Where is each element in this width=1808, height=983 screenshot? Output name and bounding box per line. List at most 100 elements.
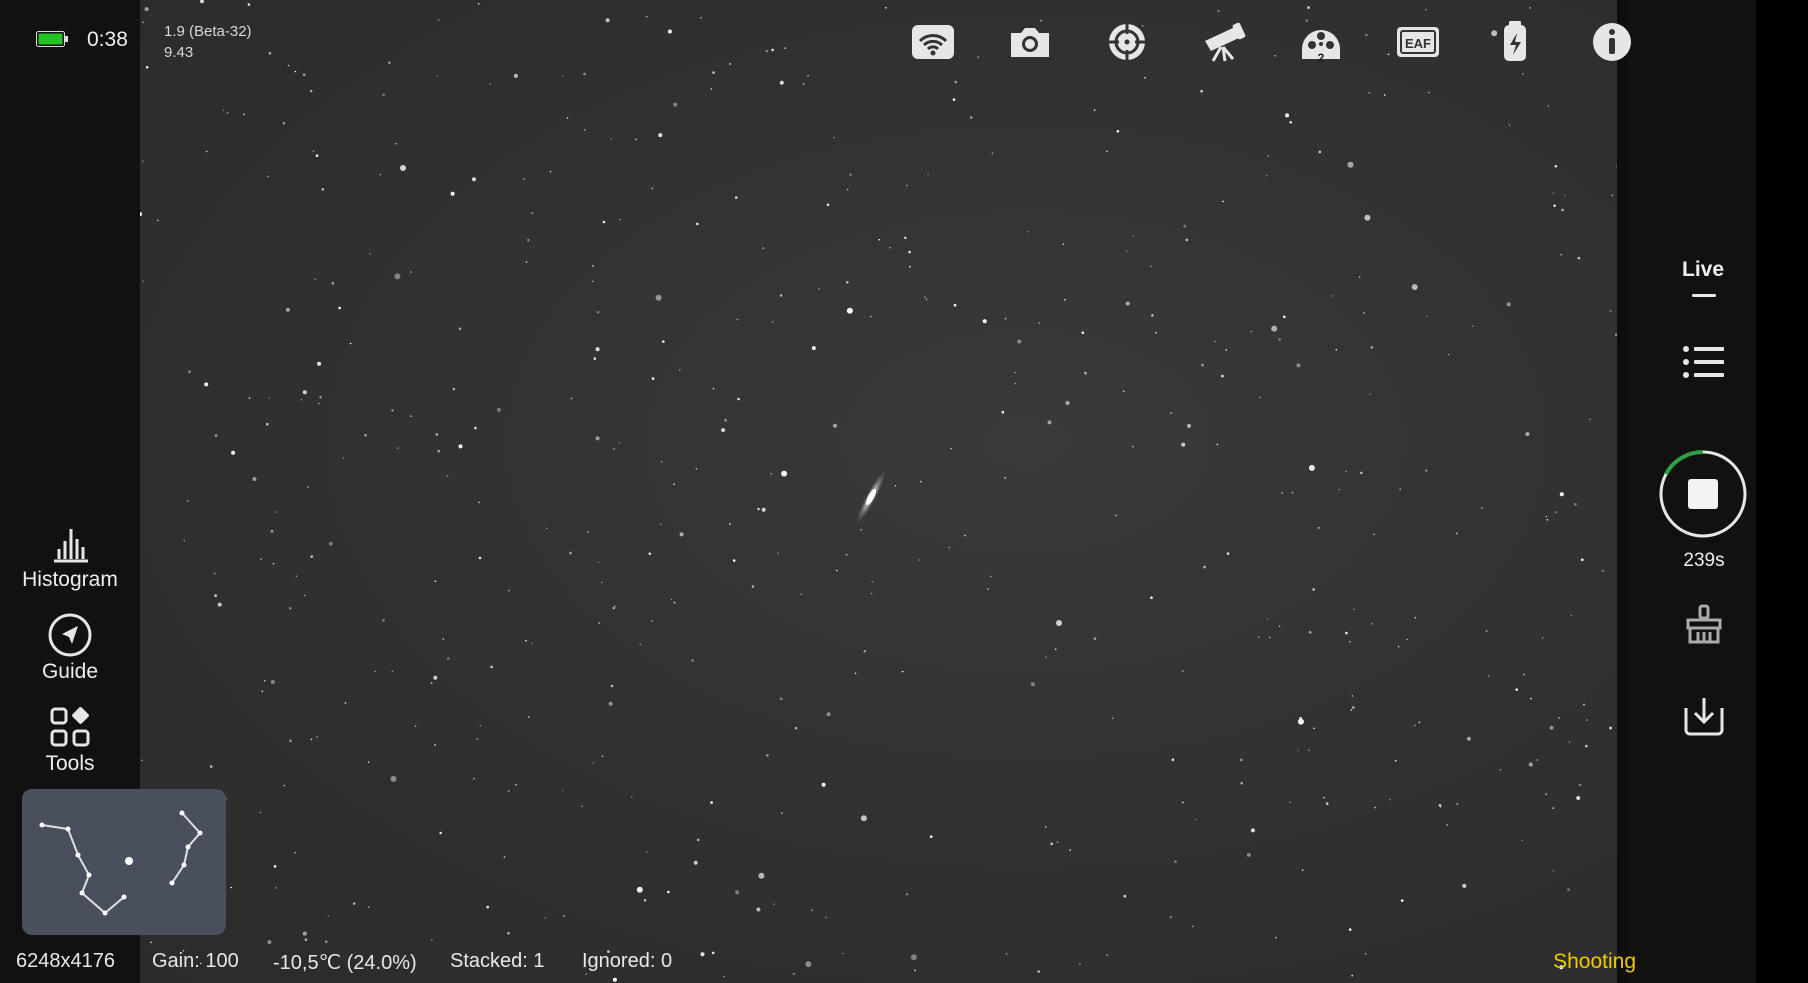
star bbox=[446, 657, 450, 660]
star bbox=[1182, 670, 1184, 672]
star bbox=[735, 890, 740, 895]
star bbox=[307, 486, 309, 488]
star bbox=[964, 534, 966, 537]
star bbox=[435, 433, 439, 436]
star bbox=[602, 220, 606, 224]
star bbox=[1050, 842, 1053, 846]
star bbox=[527, 238, 530, 242]
star bbox=[1466, 736, 1471, 741]
star bbox=[596, 311, 600, 314]
star-map-thumbnail[interactable] bbox=[22, 789, 226, 935]
histogram-button[interactable]: Histogram bbox=[0, 522, 140, 592]
star bbox=[186, 500, 189, 502]
star bbox=[1564, 194, 1566, 197]
star bbox=[525, 261, 528, 263]
star bbox=[595, 347, 600, 352]
star bbox=[1541, 637, 1544, 639]
star bbox=[1132, 235, 1135, 237]
wifi-icon[interactable] bbox=[907, 18, 959, 66]
star bbox=[1523, 673, 1525, 676]
star bbox=[1132, 445, 1134, 448]
star bbox=[811, 346, 816, 351]
star bbox=[1221, 374, 1224, 378]
star bbox=[478, 501, 480, 504]
star bbox=[486, 905, 490, 909]
star bbox=[391, 409, 394, 412]
star bbox=[217, 602, 222, 607]
star bbox=[474, 426, 477, 430]
star bbox=[1425, 8, 1427, 11]
star bbox=[1093, 109, 1096, 111]
version-line: 1.9 (Beta-32) bbox=[164, 23, 252, 40]
star bbox=[914, 969, 916, 972]
clean-brush-icon[interactable] bbox=[1676, 596, 1732, 652]
tools-button[interactable]: Tools bbox=[0, 706, 140, 776]
star bbox=[673, 102, 678, 107]
star bbox=[1122, 390, 1125, 393]
star bbox=[338, 306, 341, 310]
star bbox=[1515, 688, 1518, 691]
star bbox=[434, 580, 437, 583]
star bbox=[213, 572, 216, 575]
star bbox=[1609, 726, 1612, 730]
star bbox=[352, 902, 356, 905]
star bbox=[1508, 124, 1511, 126]
star bbox=[811, 909, 813, 912]
star bbox=[1528, 762, 1533, 767]
star bbox=[1371, 623, 1374, 625]
star bbox=[736, 318, 739, 321]
star bbox=[294, 70, 297, 73]
star bbox=[1056, 620, 1062, 626]
telescope-icon[interactable] bbox=[1198, 18, 1250, 66]
download-icon[interactable] bbox=[1676, 688, 1732, 744]
star bbox=[1030, 682, 1035, 687]
star bbox=[673, 483, 675, 486]
star bbox=[894, 484, 897, 487]
eaf-icon[interactable]: EAF bbox=[1392, 18, 1444, 66]
star bbox=[761, 507, 766, 512]
star bbox=[1499, 769, 1502, 771]
star bbox=[608, 701, 613, 706]
star bbox=[247, 3, 251, 6]
star bbox=[1561, 208, 1564, 212]
star bbox=[1297, 718, 1304, 725]
crosshair-icon[interactable] bbox=[1101, 18, 1153, 66]
star bbox=[1558, 717, 1560, 719]
star bbox=[1568, 741, 1571, 743]
star bbox=[1038, 322, 1041, 324]
star bbox=[833, 423, 837, 428]
star bbox=[631, 796, 633, 799]
star bbox=[1411, 284, 1418, 290]
star bbox=[1616, 165, 1617, 168]
star bbox=[302, 73, 306, 76]
star bbox=[275, 511, 277, 513]
star bbox=[1446, 824, 1449, 826]
star bbox=[275, 887, 277, 889]
star bbox=[1155, 332, 1157, 334]
star bbox=[667, 29, 672, 34]
tools-label: Tools bbox=[45, 752, 95, 775]
power-icon[interactable] bbox=[1489, 18, 1541, 66]
star bbox=[1296, 363, 1301, 368]
stop-capture-button[interactable] bbox=[1658, 449, 1748, 539]
star bbox=[268, 397, 271, 400]
star bbox=[458, 327, 462, 331]
list-icon[interactable] bbox=[1676, 334, 1732, 390]
star bbox=[270, 680, 275, 684]
star bbox=[1387, 53, 1390, 56]
info-icon[interactable] bbox=[1586, 18, 1638, 66]
sky-image-viewport[interactable] bbox=[140, 0, 1617, 983]
star bbox=[1281, 492, 1283, 494]
star bbox=[1308, 749, 1310, 751]
star bbox=[1283, 315, 1286, 319]
star bbox=[379, 173, 382, 176]
star bbox=[1521, 839, 1524, 842]
filter-wheel-icon[interactable]: 2 bbox=[1295, 18, 1347, 66]
star bbox=[1313, 727, 1315, 730]
star bbox=[1428, 91, 1430, 94]
camera-icon[interactable] bbox=[1004, 18, 1056, 66]
live-mode-tab[interactable]: Live bbox=[1682, 258, 1724, 282]
star bbox=[310, 555, 313, 558]
star bbox=[1312, 588, 1315, 591]
guide-button[interactable]: Guide bbox=[0, 613, 140, 684]
